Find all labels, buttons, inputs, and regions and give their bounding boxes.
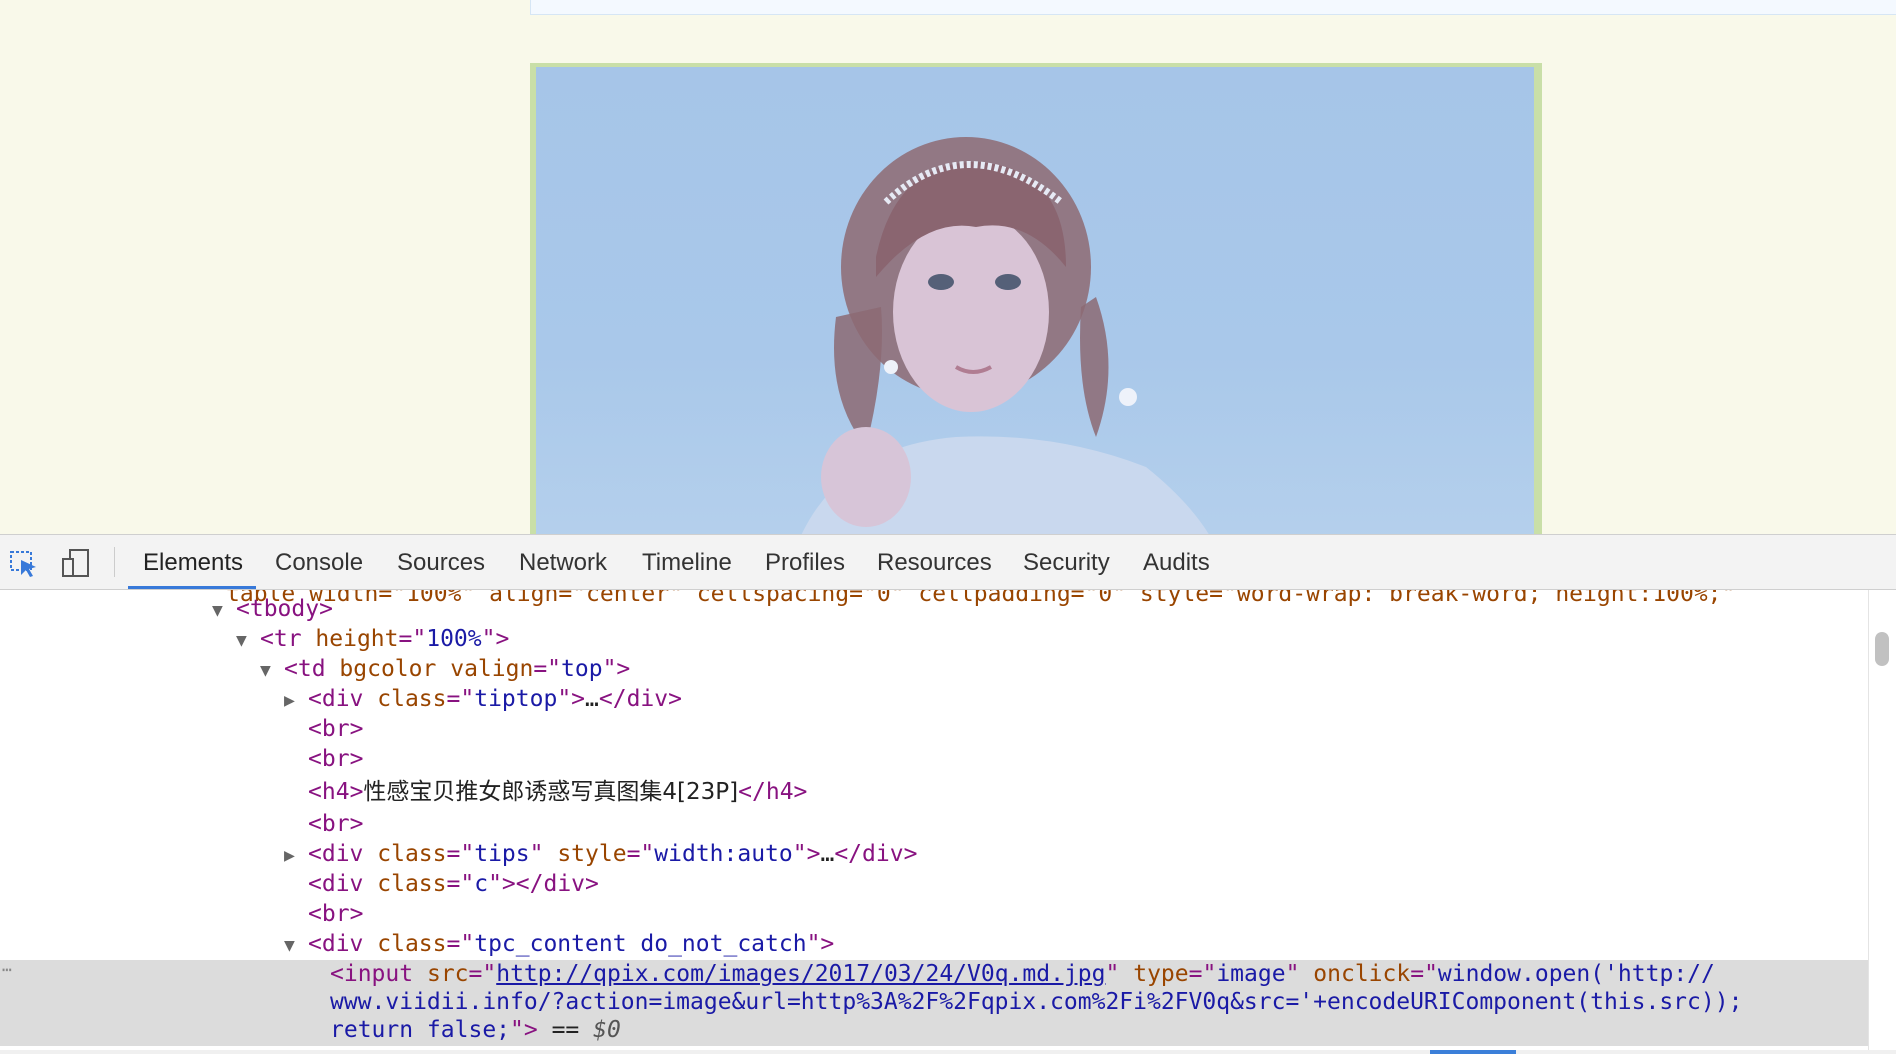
tree-line-td[interactable]: ▼ <td bgcolor valign="top">: [260, 654, 630, 684]
tree-line-tr[interactable]: ▼ <tr height="100%">: [236, 624, 509, 654]
tab-timeline[interactable]: Timeline: [642, 545, 732, 581]
image-src-link[interactable]: http://qpix.com/images/2017/03/24/V0q.md…: [496, 961, 1105, 987]
elements-scrollbar[interactable]: [1868, 590, 1896, 1054]
toolbar-separator: [114, 547, 115, 577]
device-mode-icon[interactable]: [60, 547, 92, 579]
tree-line-br[interactable]: <br>: [308, 809, 363, 839]
tree-line-br[interactable]: <br>: [308, 714, 363, 744]
tree-line-input-selected[interactable]: <input src="http://qpix.com/images/2017/…: [330, 960, 1715, 988]
expand-triangle-icon[interactable]: ▼: [260, 656, 284, 686]
tab-profiles[interactable]: Profiles: [765, 545, 845, 581]
active-tab-indicator: [128, 586, 256, 589]
tab-console[interactable]: Console: [275, 545, 363, 581]
collapsed-triangle-icon[interactable]: ▶: [284, 686, 308, 716]
elements-tree: table width="100%" align="center" cellsp…: [0, 590, 1870, 1054]
tree-line-table-cut: table width="100%" align="center" cellsp…: [226, 590, 1736, 607]
page-top-box: [530, 0, 1896, 15]
scrollbar-thumb[interactable]: [1875, 632, 1889, 666]
devtools-panel: Elements Console Sources Network Timelin…: [0, 534, 1896, 1054]
inspect-element-icon[interactable]: [8, 547, 40, 579]
photo-illustration: [801, 137, 1209, 534]
highlighted-photo[interactable]: [536, 67, 1534, 534]
breadcrumb-bar-edge: [0, 1050, 1896, 1054]
tree-line-div-tpc-content[interactable]: ▼ <div class="tpc_content do_not_catch">: [284, 929, 834, 959]
tree-line-input-cont[interactable]: www.viidii.info/?action=image&url=http%3…: [330, 988, 1742, 1016]
expand-triangle-icon[interactable]: ▼: [236, 626, 260, 656]
tab-sources[interactable]: Sources: [397, 545, 485, 581]
tree-line-input-end[interactable]: return false;"> == $0: [330, 1016, 621, 1044]
devtools-toolbar: Elements Console Sources Network Timelin…: [0, 534, 1896, 590]
breadcrumb-active-indicator: [1430, 1050, 1516, 1054]
tab-audits[interactable]: Audits: [1143, 545, 1210, 581]
image-frame: [530, 63, 1542, 534]
tab-network[interactable]: Network: [519, 545, 607, 581]
expand-triangle-icon[interactable]: ▼: [212, 596, 236, 626]
tree-line-h4[interactable]: <h4>性感宝贝推女郎诱惑写真图集4[23P]</h4>: [308, 777, 807, 807]
tree-line-div-c[interactable]: <div class="c"></div>: [308, 869, 599, 899]
collapsed-triangle-icon[interactable]: ▶: [284, 841, 308, 871]
selected-node-dots[interactable]: ⋯: [2, 962, 12, 978]
expand-triangle-icon[interactable]: ▼: [284, 931, 308, 961]
web-page-viewport: [0, 0, 1896, 534]
tab-elements[interactable]: Elements: [143, 545, 243, 581]
tree-line-div-tips[interactable]: ▶ <div class="tips" style="width:auto">…<…: [284, 839, 917, 869]
tree-line-br[interactable]: <br>: [308, 744, 363, 774]
tab-resources[interactable]: Resources: [877, 545, 992, 581]
tab-security[interactable]: Security: [1023, 545, 1110, 581]
tree-line-br[interactable]: <br>: [308, 899, 363, 929]
tree-line-div-tiptop[interactable]: ▶ <div class="tiptop">…</div>: [284, 684, 682, 714]
tree-line-tbody[interactable]: ▼ <tbody>: [212, 594, 333, 624]
